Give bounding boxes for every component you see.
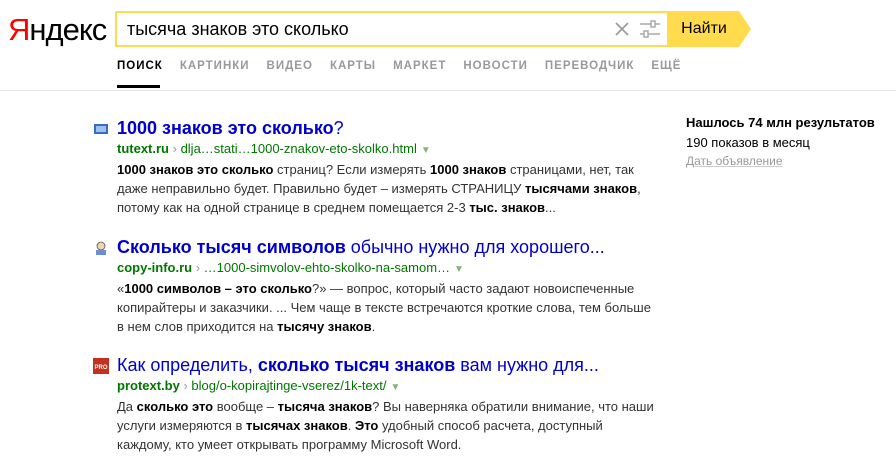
result-url[interactable]: protext.by › blog/o-kopirajtinge-vserez/… — [117, 378, 400, 393]
active-tab-underline — [117, 85, 160, 88]
result-snippet: Да сколько это вообще – тысяча знаков? В… — [117, 399, 654, 452]
result-url[interactable]: copy-info.ru › …1000-simvolov-ehto-skolk… — [117, 260, 464, 275]
monthly-shows: 190 показов в месяц — [686, 135, 810, 150]
result-title[interactable]: Сколько тысяч символов обычно нужно для … — [117, 237, 605, 258]
tab-5[interactable]: МАРКЕТ — [393, 60, 446, 84]
tune-icon[interactable] — [637, 17, 663, 41]
search-box — [115, 11, 669, 47]
search-input[interactable] — [127, 18, 597, 40]
result-url[interactable]: tutext.ru › dlja…stati…1000-znakov-eto-s… — [117, 141, 431, 156]
result-title[interactable]: Как определить, сколько тысяч знаков вам… — [117, 355, 599, 376]
tab-6[interactable]: НОВОСТИ — [463, 60, 528, 84]
search-button-arrow[interactable] — [739, 11, 751, 47]
search-button[interactable]: Найти — [669, 11, 739, 47]
tab-8[interactable]: ЕЩЁ — [651, 60, 681, 84]
url-menu-triangle-icon[interactable]: ▼ — [454, 264, 464, 275]
clear-icon[interactable] — [610, 17, 634, 41]
tab-1[interactable]: ПОИСК — [117, 60, 163, 84]
tab-4[interactable]: КАРТЫ — [330, 60, 376, 84]
results-count: Нашлось 74 млн результатов — [686, 115, 875, 130]
yandex-logo[interactable]: Яндекс — [8, 12, 107, 48]
result-snippet: 1000 знаков это сколько страниц? Если из… — [117, 162, 641, 215]
sidebar: Нашлось 74 млн результатов 190 показов в… — [686, 115, 886, 168]
tab-3[interactable]: ВИДЕО — [267, 60, 313, 84]
header: Яндекс Найти ПОИСК КАРТИНКИ ВИДЕО КАРТЫ МАРК… — [0, 0, 896, 91]
favicon-protext: PRO — [93, 358, 109, 374]
favicon-tutext — [93, 121, 109, 137]
url-menu-triangle-icon[interactable]: ▼ — [391, 382, 401, 393]
favicon-copy-info — [93, 240, 109, 256]
tab-7[interactable]: ПЕРЕВОДЧИК — [545, 60, 635, 84]
url-menu-triangle-icon[interactable]: ▼ — [421, 145, 431, 156]
result-title[interactable]: 1000 знаков это сколько? — [117, 118, 344, 139]
search-tabs: ПОИСК КАРТИНКИ ВИДЕО КАРТЫ МАРКЕТ НОВОСТИ ПЕРЕ… — [117, 60, 698, 84]
result-snippet: «1000 символов – это сколько?» — вопрос,… — [117, 281, 651, 334]
tab-2[interactable]: КАРТИНКИ — [180, 60, 250, 84]
give-ad-link[interactable]: Дать объявление — [686, 154, 886, 168]
svg-text:PRO: PRO — [94, 365, 107, 371]
